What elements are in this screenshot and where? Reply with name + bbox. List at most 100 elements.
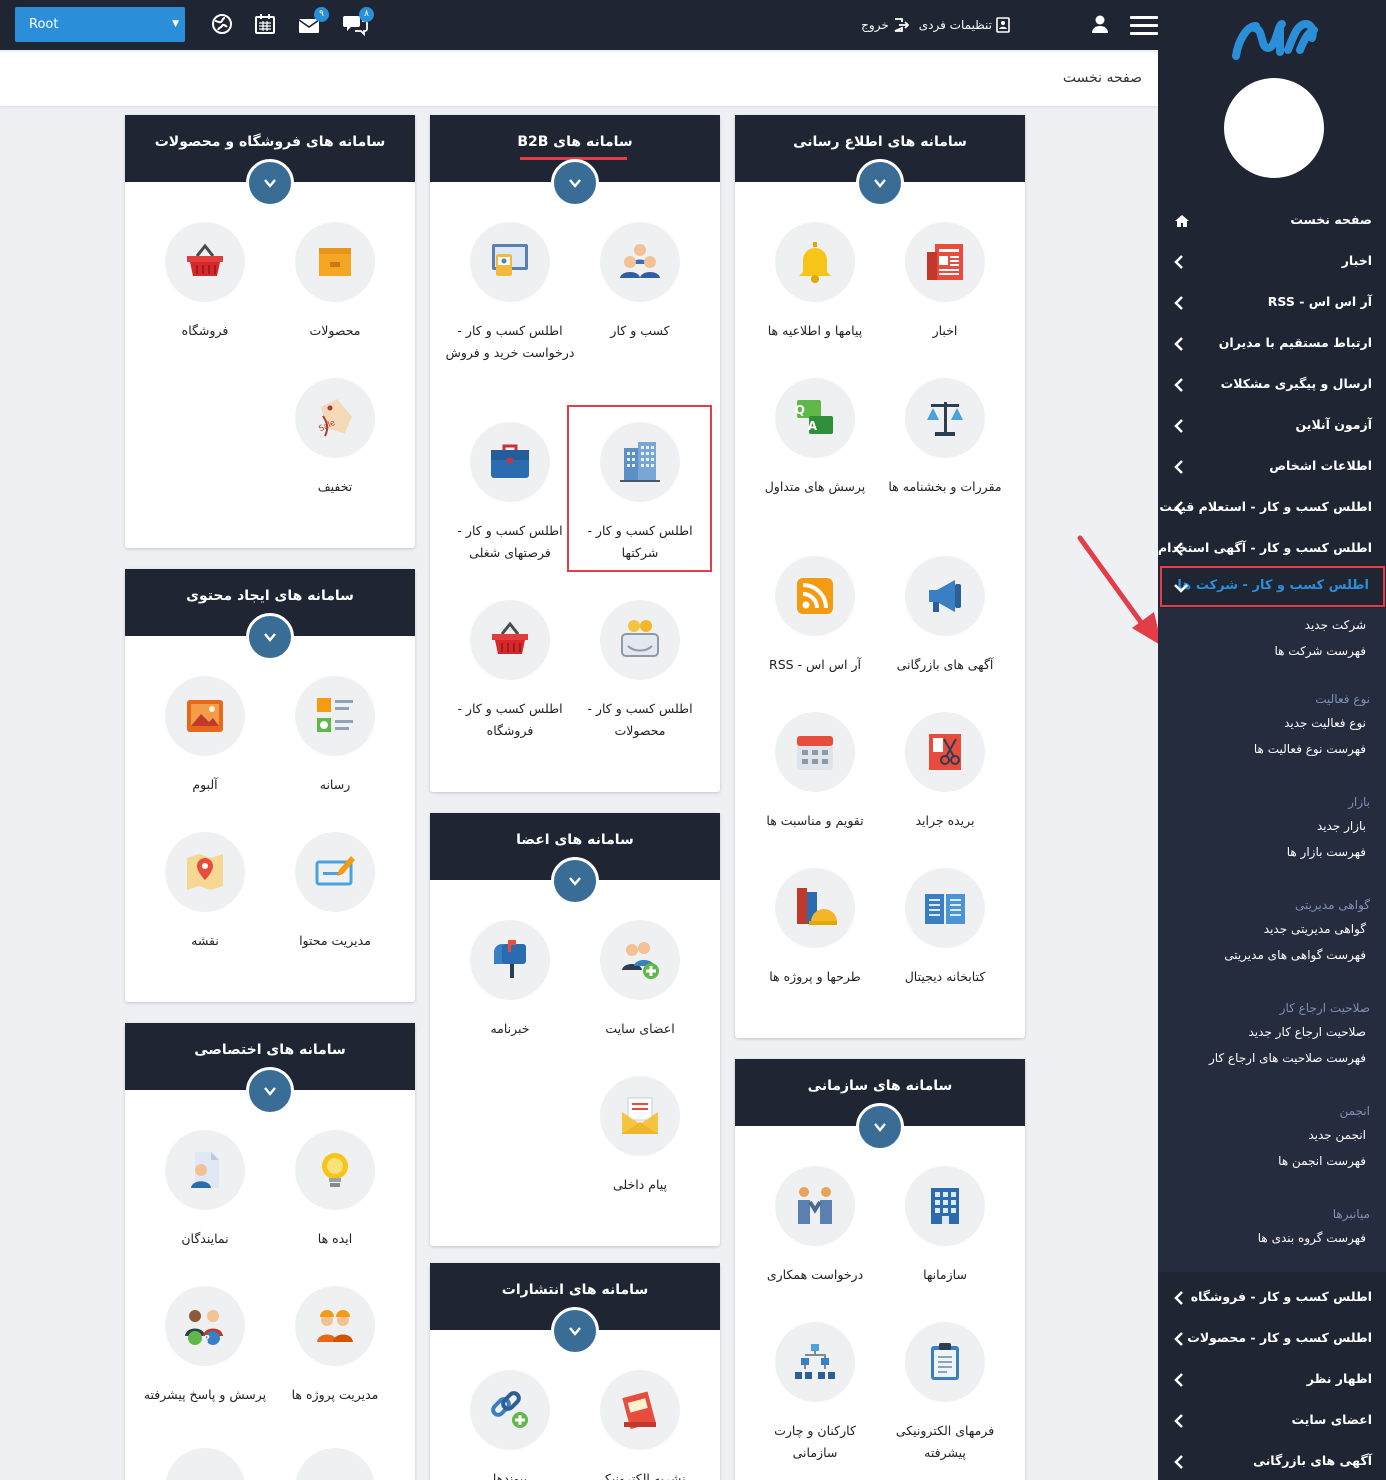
item-jobs[interactable]: اطلس کسب و کار - فرصتهای شغلی [445,422,575,564]
item-discount[interactable]: Sale تخفیف [270,378,400,498]
chevron-down-icon[interactable] [246,1067,294,1115]
submenu-link[interactable]: فهرست انجمن ها [1278,1154,1366,1168]
item-internal-msg[interactable]: پیام داخلی [575,1076,705,1196]
item-b2b-shop[interactable]: اطلس کسب و کار - فروشگاه [445,600,575,742]
item-faq[interactable]: Q A پرسش های متداول [750,378,880,498]
item-label: کتابخانه دیجیتال [904,969,986,984]
breadcrumb: صفحه نخست [0,52,1158,106]
item-organizations[interactable]: سازمانها [880,1166,1010,1286]
item-products[interactable]: محصولات [270,222,400,342]
submenu-link[interactable]: فهرست گواهی های مدیریتی [1224,948,1366,962]
chat-icon[interactable]: ۸ [342,7,374,38]
item-regulations[interactable]: مقررات و بخشنامه ها [880,378,1010,498]
item-messages[interactable]: پیامها و اطلاعیه ها [750,222,880,342]
top-bar: Root ▼ ۹ ۸ تنظیمات فردی خروج [0,0,1158,50]
chevron-down-icon[interactable] [551,1307,599,1355]
submenu-link[interactable]: شرکت جدید [1305,618,1366,632]
helmet-binder-icon [775,868,855,948]
item-cooperation[interactable]: درخواست همکاری [750,1166,880,1286]
submenu-link[interactable]: فهرست صلاحیت های ارجاع کار [1209,1051,1366,1065]
sidebar-item-issues[interactable]: ارسال و پیگیری مشکلات [1158,364,1372,405]
submenu-link[interactable]: گواهی مدیریتی جدید [1264,922,1366,936]
chevron-down-icon[interactable] [551,159,599,207]
sidebar-item-atlas-shop[interactable]: اطلس کسب و کار - فروشگاه [1158,1277,1372,1318]
item-clippings[interactable]: بریده جراید [880,712,1010,832]
submenu-link[interactable]: فهرست گروه بندی ها [1258,1231,1366,1245]
card-title: سامانه های اختصاصی [194,1042,346,1058]
submenu-link[interactable]: انجمن جدید [1308,1128,1366,1142]
sidebar-item-job-ads[interactable]: اطلس کسب و کار - آگهی استخدام [1158,528,1372,569]
logout-label: خروج [861,18,889,32]
chevron-left-icon [1174,255,1183,269]
item-advanced-qa[interactable]: ? پرسش و پاسخ پیشرفته [140,1286,270,1406]
submenu-link[interactable]: فهرست بازار ها [1287,845,1366,859]
avatar[interactable] [1224,78,1324,178]
item-calendar[interactable]: تقویم و مناسبت ها [750,712,880,832]
item-ads[interactable]: آگهی های بازرگانی [880,556,1010,676]
settings-link[interactable]: تنظیمات فردی [919,17,1010,33]
calendar-icon [775,712,855,792]
item-map[interactable]: نقشه [140,832,270,952]
sidebar-item-price-inquiry[interactable]: اطلس کسب و کار - استعلام قیمت [1158,487,1372,528]
root-select[interactable]: Root ▼ [15,7,185,42]
item-project-mgmt[interactable]: مدیریت پروژه ها [270,1286,400,1406]
item-label: اطلس کسب و کار - فرصتهای شغلی [457,523,563,560]
item-shop[interactable]: فروشگاه [140,222,270,342]
item-business[interactable]: کسب و کار [575,222,705,342]
chevron-down-icon[interactable] [551,857,599,905]
handshake-people-icon [775,1166,855,1246]
sidebar-item-comments[interactable]: اظهار نظر [1158,1359,1372,1400]
item-links[interactable]: پیوندها [445,1370,575,1480]
item-site-members[interactable]: اعضای سایت [575,920,705,1040]
mail-icon[interactable]: ۹ [297,7,329,38]
chevron-down-icon[interactable] [246,613,294,661]
chevron-down-icon[interactable] [856,1103,904,1151]
calendar-icon[interactable] [253,12,279,38]
sidebar-item-rss[interactable]: آر اس اس - RSS [1158,282,1372,323]
item-buy-sell[interactable]: اطلس کسب و کار - درخواست خرید و فروش [445,222,575,364]
item-album[interactable]: آلبوم [140,676,270,796]
submenu-link[interactable]: فهرست شرکت ها [1274,644,1366,658]
item-newsletter[interactable]: خبرنامه [445,920,575,1040]
chevron-left-icon [1174,1332,1183,1346]
item-ideas[interactable]: ایده ها [270,1130,400,1250]
item-more-1[interactable] [270,1448,400,1480]
item-org-chart[interactable]: کارکنان و چارت سازمانی [750,1322,880,1464]
submenu-link[interactable]: فهرست نوع فعالیت ها [1254,742,1366,756]
chevron-down-icon[interactable] [246,159,294,207]
submenu-link[interactable]: بازار جدید [1317,819,1366,833]
sidebar-item-news[interactable]: اخبار [1158,241,1372,282]
item-projects[interactable]: طرحها و پروژه ها [750,868,880,988]
item-eforms[interactable]: فرمهای الکترونیکی پیشرفته [880,1322,1010,1464]
sidebar-item-people[interactable]: اطلاعات اشخاص [1158,446,1372,487]
logout-link[interactable]: خروج [861,17,909,33]
sidebar-item-atlas-products[interactable]: اطلس کسب و کار - محصولات [1158,1318,1372,1359]
mailbox-icon [470,920,550,1000]
hamburger-menu-icon[interactable] [1130,16,1158,36]
sidebar-item-ads[interactable]: آگهی های بازرگانی [1158,1441,1372,1480]
item-more-2[interactable] [140,1448,270,1480]
item-label: سازمانها [923,1267,967,1282]
basket-icon [470,600,550,680]
globe-icon[interactable] [210,12,236,38]
user-icon[interactable] [1090,14,1110,34]
item-library[interactable]: کتابخانه دیجیتال [880,868,1010,988]
chevron-down-icon[interactable] [856,159,904,207]
item-content-mgmt[interactable]: مدیریت محتوا [270,832,400,952]
sidebar-item-exam[interactable]: آزمون آنلاین [1158,405,1372,446]
item-representatives[interactable]: نمایندگان [140,1130,270,1250]
sidebar-item-companies[interactable]: اطلس کسب و کار - شرکت ها [1160,566,1385,607]
breadcrumb-home[interactable]: صفحه نخست [1063,70,1142,86]
item-media[interactable]: رسانه [270,676,400,796]
item-enewsletter[interactable]: نشریه الکترونیکی [575,1370,705,1480]
sidebar-item-members[interactable]: اعضای سایت [1158,1400,1372,1441]
submenu-group-title: گواهی مدیریتی [1294,898,1370,912]
sidebar-item-managers[interactable]: ارتباط مستقیم با مدیران [1158,323,1372,364]
item-b2b-products[interactable]: اطلس کسب و کار - محصولات [575,600,705,742]
card-title: سامانه های سازمانی [807,1078,953,1094]
sidebar-item-home[interactable]: صفحه نخست [1158,200,1372,241]
item-news[interactable]: اخبار [880,222,1010,342]
submenu-link[interactable]: صلاحیت ارجاع کار جدید [1249,1025,1367,1039]
item-rss[interactable]: آر اس اس - RSS [750,556,880,676]
submenu-link[interactable]: نوع فعالیت جدید [1284,716,1366,730]
